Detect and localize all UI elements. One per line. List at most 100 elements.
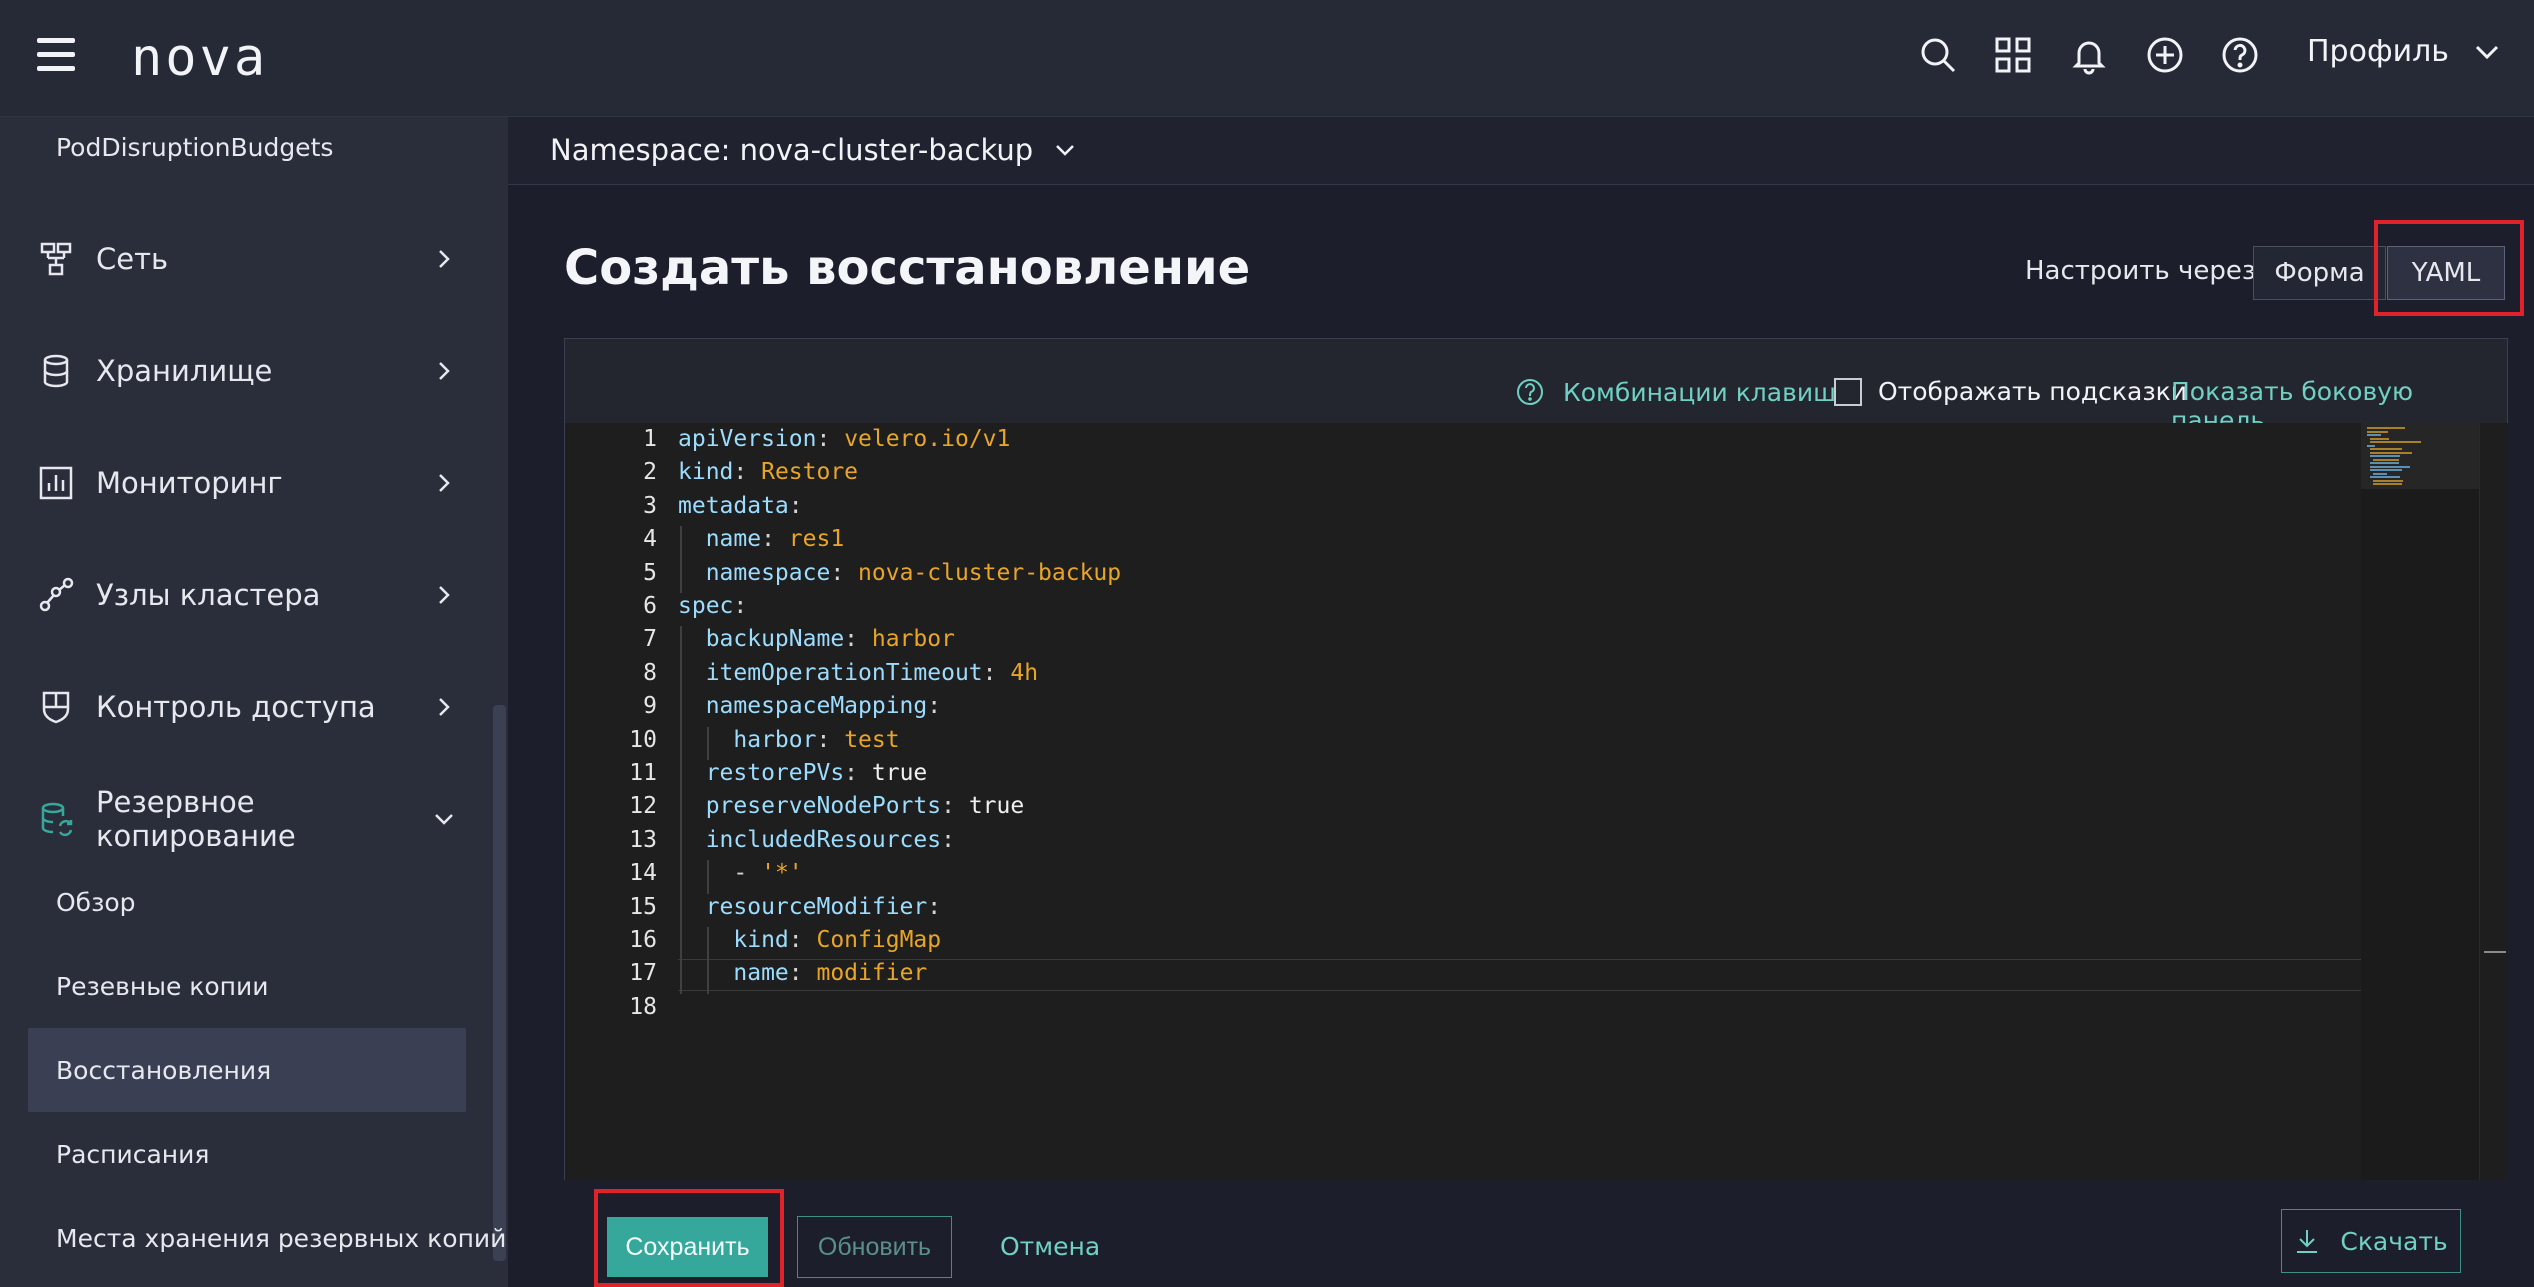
minimap-line [2370,462,2399,464]
profile-menu[interactable]: Профиль [2307,34,2501,69]
chevron-right-icon [439,586,450,604]
update-button[interactable]: Обновить [797,1216,952,1278]
sidebar-item-schedules[interactable]: Расписания [56,1140,209,1169]
yaml-value: harbor [858,626,955,653]
download-button[interactable]: Скачать [2281,1209,2461,1273]
show-hints-checkbox[interactable] [1834,377,1862,406]
sidebar-group-storage[interactable]: Хранилище [36,341,456,401]
yaml-colon: : [982,659,997,686]
sidebar-group-monitoring[interactable]: Мониторинг [36,453,456,513]
code-minimap[interactable] [2361,423,2479,1180]
namespace-bar: Namespace: nova-cluster-backup [508,117,2534,185]
nova-logo[interactable]: nova [131,28,268,88]
line-number: 6 [643,593,657,619]
minimap-line [2367,444,2375,447]
minimap-line [2370,469,2402,471]
sidebar-item-backups[interactable]: Резевные копии [56,972,269,1001]
sidebar: PodDisruptionBudgets Сеть Хранилище Мони… [0,117,508,1287]
indent-guide [680,526,682,560]
backup-database-icon [36,799,76,839]
code-line: preserveNodePorts: true [678,793,1025,820]
minimap-line [2370,451,2412,454]
minimap-line [2370,441,2422,443]
indent-guide [680,893,682,927]
minimap-line [2373,483,2402,485]
yaml-value: true [858,760,928,786]
yaml-value: velero.io/v1 [830,426,1011,452]
sidebar-group-label: Хранилище [96,354,273,388]
hamburger-menu-icon[interactable] [37,38,75,72]
line-number: 1 [643,426,657,452]
line-number: 11 [629,760,657,786]
yaml-key: includedResources [678,826,942,853]
yaml-key: name [678,960,789,987]
minimap-line [2370,465,2410,468]
namespace-selector[interactable]: Namespace: nova-cluster-backup [550,133,1077,167]
bell-icon[interactable] [2064,30,2114,80]
indent-guide [707,726,709,760]
yaml-key: kind [678,459,734,486]
sidebar-item-poddisruptionbudgets[interactable]: PodDisruptionBudgets [56,133,333,162]
code-line: resourceModifier: [678,894,941,920]
keyboard-shortcuts-link[interactable]: Комбинации клавиш [1515,377,1836,407]
yaml-colon: : [733,459,748,486]
yaml-key: name [678,526,762,553]
sidebar-group-network[interactable]: Сеть [36,229,456,289]
sidebar-scrollbar[interactable] [493,705,506,1261]
sidebar-group-cluster-nodes[interactable]: Узлы кластера [36,565,456,625]
yaml-colon: : [844,626,859,653]
line-number: 16 [629,927,657,953]
yaml-colon: : [761,526,775,553]
indent-guide [680,760,682,794]
yaml-key: resourceModifier [678,893,928,920]
code-line: includedResources: [678,827,955,853]
show-hints-toggle[interactable]: Отображать подсказки [1834,377,2187,406]
code-line: kind: Restore [678,459,858,485]
minimap-line [2370,448,2402,450]
minimap-line [2373,458,2399,461]
code-line: restorePVs: true [678,760,928,786]
editor-scrollbar[interactable] [2479,423,2507,1180]
editor-toolbar: Комбинации клавиш Отображать подсказки П… [565,339,2507,435]
apps-grid-icon[interactable] [1988,30,2038,80]
code-line: harbor: test [678,726,900,753]
chevron-down-icon [2475,45,2499,59]
line-number: 13 [629,826,657,853]
line-number: 14 [629,860,657,887]
minimap-line [2367,434,2382,436]
download-icon [2297,1230,2318,1253]
line-number: 17 [629,960,657,987]
line-number: 8 [643,659,657,686]
sidebar-group-backup[interactable]: Резервное копирование [36,785,456,853]
code-line: itemOperationTimeout: 4h [678,660,1038,686]
code-line: kind: ConfigMap [678,927,941,953]
mode-yaml-button[interactable]: YAML [2387,246,2505,300]
minimap-line [2367,430,2388,433]
sidebar-group-access-control[interactable]: Контроль доступа [36,677,456,737]
sidebar-item-restores[interactable]: Восстановления [56,1056,271,1085]
code-line: apiVersion: velero.io/v1 [678,426,1010,452]
sidebar-item-overview[interactable]: Обзор [56,888,136,917]
plus-circle-icon[interactable] [2140,30,2190,80]
sidebar-group-label: Узлы кластера [96,578,321,612]
code-editor[interactable]: 1 2 3 4 5 6 7 8 9 10 11 12 13 14 15 16 17 18 apiVersion: … [565,423,2508,1180]
yaml-key: spec [678,593,734,619]
yaml-value: test [830,726,900,753]
cancel-button[interactable]: Отмена [1000,1232,1100,1261]
save-button[interactable]: Сохранить [607,1217,768,1277]
yaml-value: modifier [802,960,928,987]
chevron-down-icon [1056,145,1075,156]
namespace-label: Namespace: nova-cluster-backup [550,133,1034,167]
yaml-editor-panel: Комбинации клавиш Отображать подсказки П… [564,338,2508,1180]
sidebar-item-backup-locations[interactable]: Места хранения резервных копий [56,1224,506,1253]
yaml-colon: : [927,893,942,920]
cluster-nodes-icon [36,575,76,615]
help-icon[interactable] [2215,30,2265,80]
search-icon[interactable] [1913,30,1963,80]
code-line: name: modifier [678,960,927,986]
mode-form-button[interactable]: Форма [2253,246,2386,300]
chevron-right-icon [439,474,450,492]
chevron-down-icon [435,814,453,825]
yaml-value: res1 [774,526,845,553]
yaml-key: preserveNodePorts [678,793,942,820]
